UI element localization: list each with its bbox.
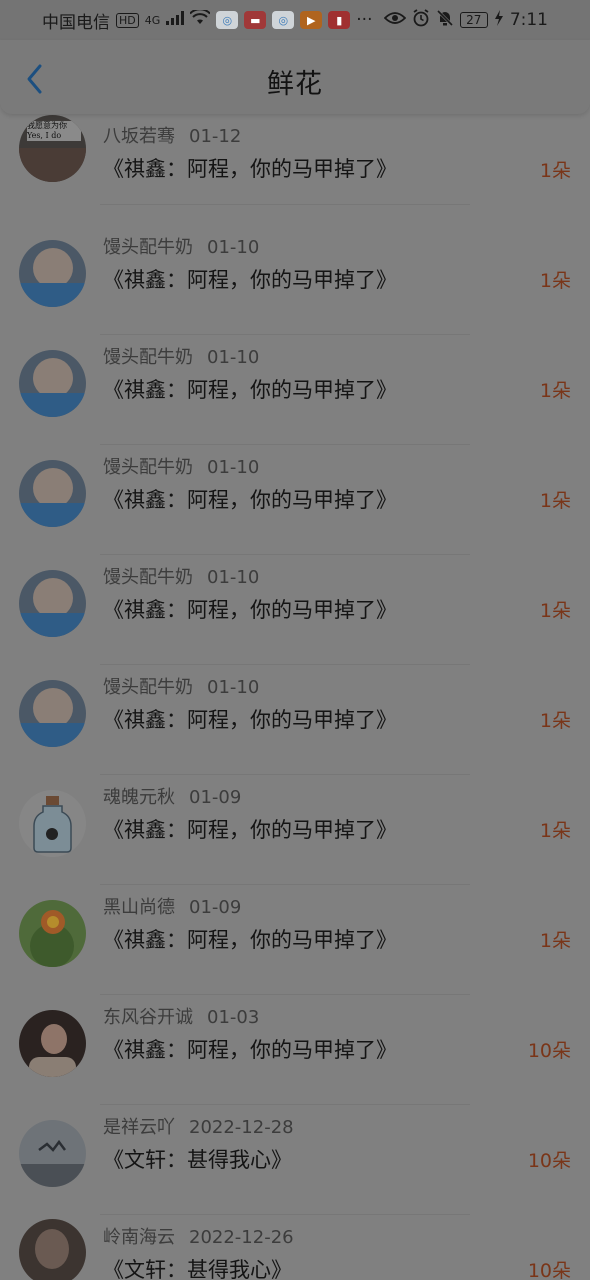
flower-count: 1朵: [539, 490, 571, 512]
row-meta: 魂魄元秋 01-09: [103, 783, 241, 809]
list-item[interactable]: 馒头配牛奶 01-10 《祺鑫：阿程，你的马甲掉了》 1朵: [0, 445, 590, 555]
user-name: 馒头配牛奶: [103, 677, 193, 698]
flower-count: 10朵: [527, 1150, 571, 1172]
avatar: [19, 240, 86, 307]
flower-count: 1朵: [539, 380, 571, 402]
row-meta: 馒头配牛奶 01-10: [103, 563, 259, 589]
divider: [100, 204, 470, 205]
row-meta: 黑山尚德 01-09: [103, 893, 241, 919]
avatar: [19, 570, 86, 637]
work-title: 《祺鑫：阿程，你的马甲掉了》: [103, 157, 397, 181]
date: 01-03: [207, 1007, 260, 1028]
work-title: 《祺鑫：阿程，你的马甲掉了》: [103, 268, 397, 292]
date: 01-09: [189, 787, 242, 808]
list-item[interactable]: 是祥云吖 2022-12-28 《文轩：甚得我心》 10朵: [0, 1105, 590, 1215]
row-meta: 馒头配牛奶 01-10: [103, 453, 259, 479]
user-name: 岭南海云: [103, 1227, 175, 1248]
avatar: [19, 1010, 86, 1077]
list-item[interactable]: 黑山尚德 01-09 《祺鑫：阿程，你的马甲掉了》 1朵: [0, 885, 590, 995]
date: 01-12: [189, 126, 242, 147]
work-title: 《祺鑫：阿程，你的马甲掉了》: [103, 708, 397, 732]
user-name: 八坂若骞: [103, 126, 175, 147]
list-item[interactable]: 岭南海云 2022-12-26 《文轩：甚得我心》 10朵: [0, 1215, 590, 1280]
avatar: [19, 790, 86, 857]
work-title: 《祺鑫：阿程，你的马甲掉了》: [103, 488, 397, 512]
list-item[interactable]: 我愿意为你 Yes, I do 八坂若骞 01-12 《祺鑫：阿程，你的马甲掉了》…: [0, 115, 590, 225]
user-name: 东风谷开诚: [103, 1007, 193, 1028]
user-name: 馒头配牛奶: [103, 347, 193, 368]
avatar: [19, 460, 86, 527]
work-title: 《祺鑫：阿程，你的马甲掉了》: [103, 928, 397, 952]
avatar: [19, 350, 86, 417]
list-item[interactable]: 馒头配牛奶 01-10 《祺鑫：阿程，你的马甲掉了》 1朵: [0, 335, 590, 445]
flower-count: 10朵: [527, 1040, 571, 1062]
flower-count: 1朵: [539, 710, 571, 732]
list-item[interactable]: 馒头配牛奶 01-10 《祺鑫：阿程，你的马甲掉了》 1朵: [0, 555, 590, 665]
flower-list: 我愿意为你 Yes, I do 八坂若骞 01-12 《祺鑫：阿程，你的马甲掉了》…: [0, 0, 590, 1280]
date: 01-10: [207, 567, 260, 588]
avatar: [19, 680, 86, 747]
date: 01-10: [207, 457, 260, 478]
work-title: 《文轩：甚得我心》: [103, 1258, 292, 1280]
list-item[interactable]: 东风谷开诚 01-03 《祺鑫：阿程，你的马甲掉了》 10朵: [0, 995, 590, 1105]
row-meta: 馒头配牛奶 01-10: [103, 673, 259, 699]
list-item[interactable]: 馒头配牛奶 01-10 《祺鑫：阿程，你的马甲掉了》 1朵: [0, 665, 590, 775]
avatar-caption: 我愿意为你 Yes, I do: [27, 121, 81, 141]
flower-count: 1朵: [539, 600, 571, 622]
date: 2022-12-28: [189, 1117, 294, 1138]
user-name: 黑山尚德: [103, 897, 175, 918]
flower-count: 1朵: [539, 160, 571, 182]
avatar: 我愿意为你 Yes, I do: [19, 115, 86, 182]
user-name: 是祥云吖: [103, 1117, 175, 1138]
row-meta: 岭南海云 2022-12-26: [103, 1223, 294, 1249]
work-title: 《祺鑫：阿程，你的马甲掉了》: [103, 818, 397, 842]
list-item[interactable]: 馒头配牛奶 01-10 《祺鑫：阿程，你的马甲掉了》 1朵: [0, 225, 590, 335]
work-title: 《祺鑫：阿程，你的马甲掉了》: [103, 378, 397, 402]
flower-count: 1朵: [539, 820, 571, 842]
date: 01-09: [189, 897, 242, 918]
row-meta: 馒头配牛奶 01-10: [103, 233, 259, 259]
user-name: 魂魄元秋: [103, 787, 175, 808]
date: 2022-12-26: [189, 1227, 294, 1248]
page-title: 鲜花: [267, 69, 323, 100]
row-meta: 是祥云吖 2022-12-28: [103, 1113, 294, 1139]
work-title: 《文轩：甚得我心》: [103, 1148, 292, 1172]
app-header: 鲜花: [0, 40, 590, 114]
date: 01-10: [207, 677, 260, 698]
row-meta: 馒头配牛奶 01-10: [103, 343, 259, 369]
row-meta: 东风谷开诚 01-03: [103, 1003, 259, 1029]
work-title: 《祺鑫：阿程，你的马甲掉了》: [103, 598, 397, 622]
user-name: 馒头配牛奶: [103, 567, 193, 588]
flower-count: 1朵: [539, 270, 571, 292]
avatar: [19, 1120, 86, 1187]
avatar: [19, 900, 86, 967]
row-meta: 八坂若骞 01-12: [103, 122, 241, 148]
date: 01-10: [207, 237, 260, 258]
avatar: [19, 1219, 86, 1280]
list-item[interactable]: 魂魄元秋 01-09 《祺鑫：阿程，你的马甲掉了》 1朵: [0, 775, 590, 885]
user-name: 馒头配牛奶: [103, 237, 193, 258]
date: 01-10: [207, 347, 260, 368]
flower-count: 10朵: [527, 1260, 571, 1280]
user-name: 馒头配牛奶: [103, 457, 193, 478]
work-title: 《祺鑫：阿程，你的马甲掉了》: [103, 1038, 397, 1062]
flower-count: 1朵: [539, 930, 571, 952]
